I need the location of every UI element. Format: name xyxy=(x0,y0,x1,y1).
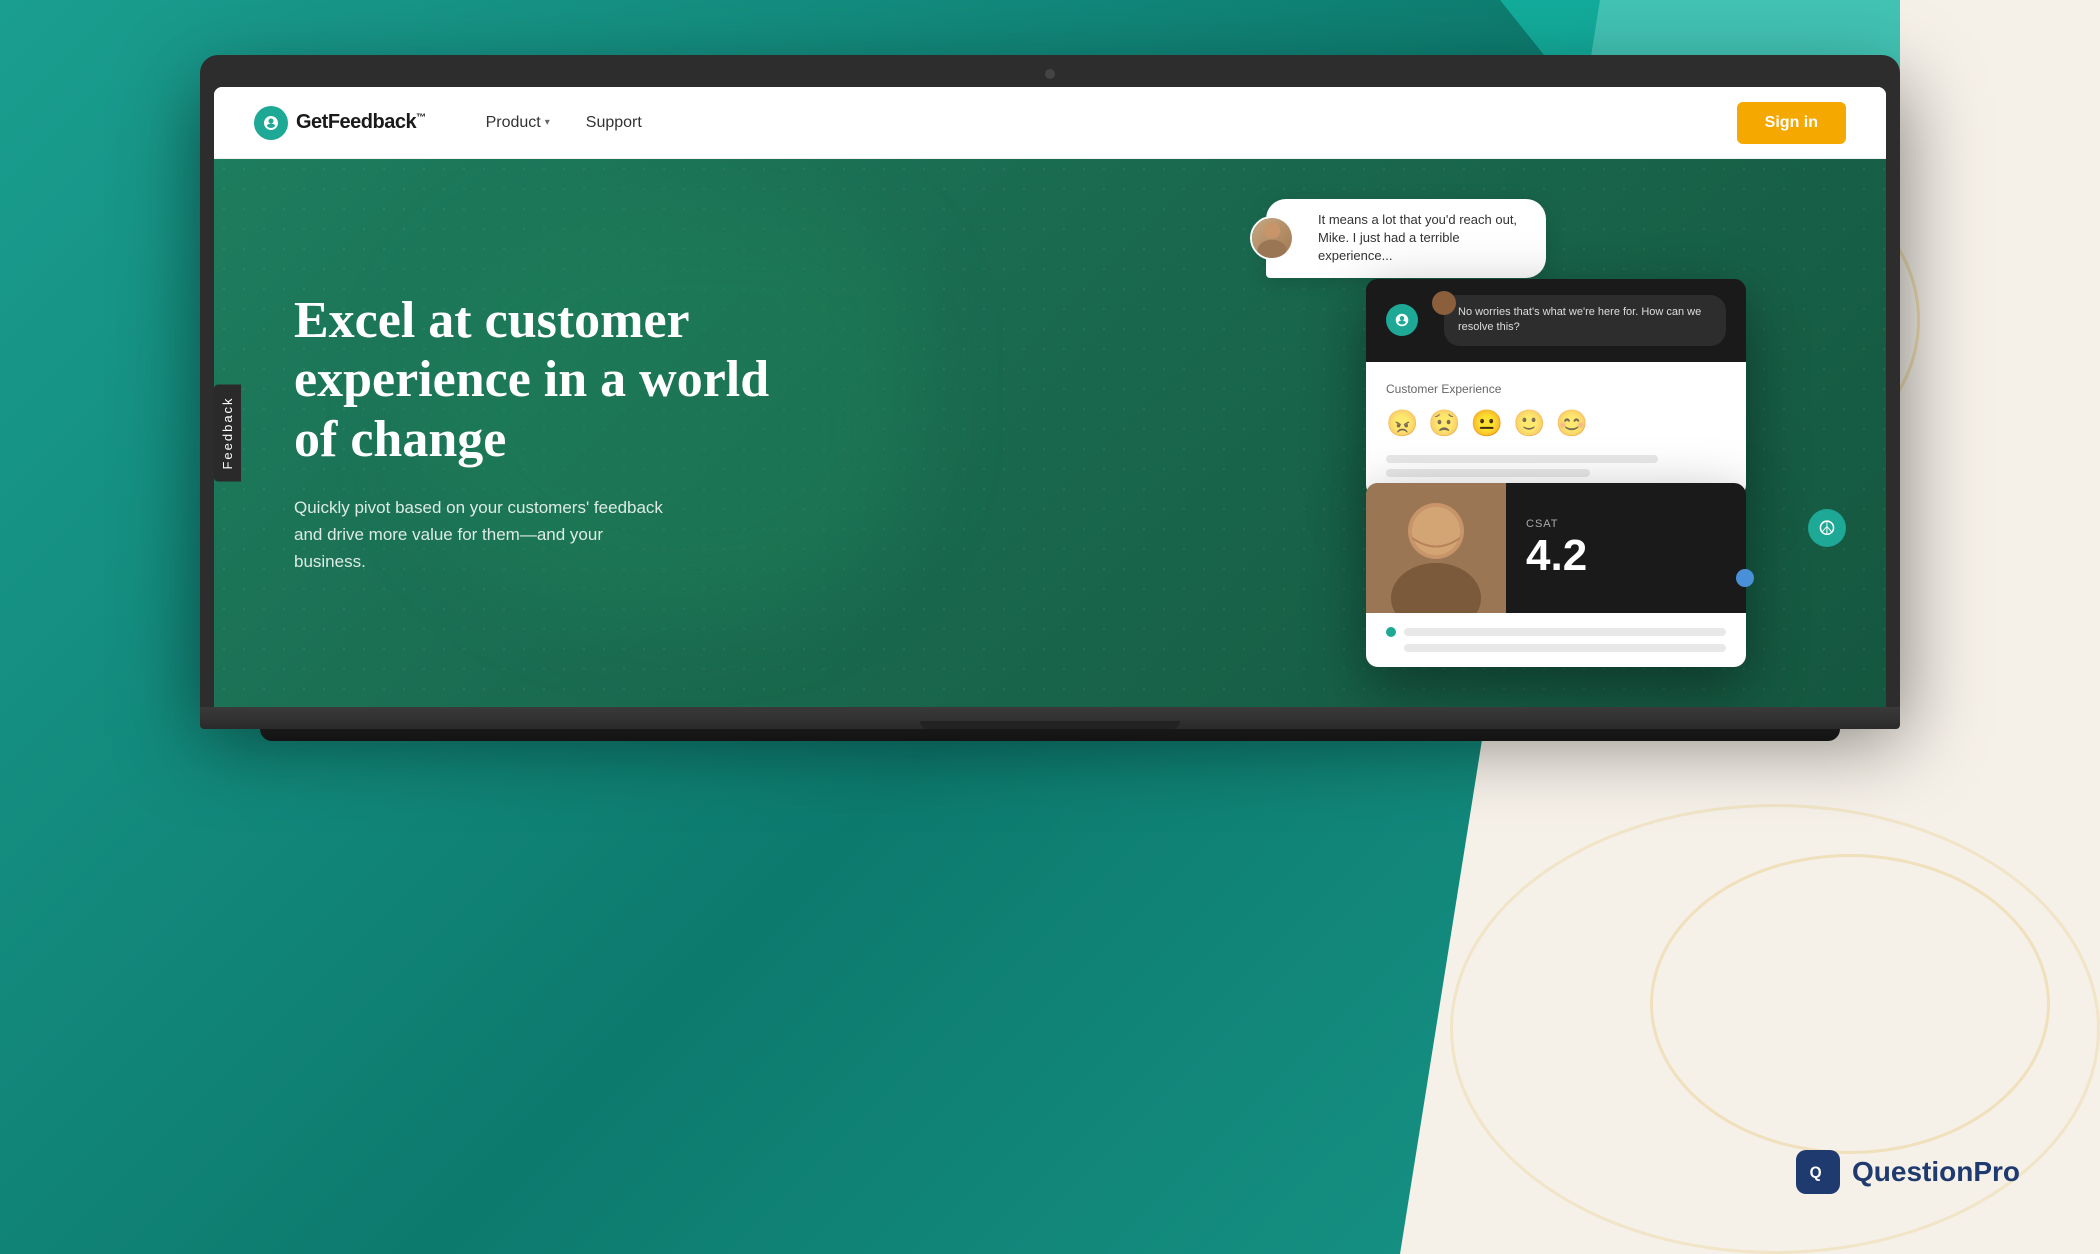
laptop-frame: GetFeedback™ Product ▾ Support Sign in xyxy=(200,55,1900,707)
nav-item-support[interactable]: Support xyxy=(586,114,642,132)
logo-text: GetFeedback™ xyxy=(296,111,426,134)
csat-line-row-1 xyxy=(1386,627,1726,637)
csat-label: CSAT xyxy=(1526,518,1726,530)
laptop-wrapper: GetFeedback™ Product ▾ Support Sign in xyxy=(200,55,1900,741)
emoji-neutral[interactable]: 😐 xyxy=(1471,408,1503,439)
survey-label: Customer Experience xyxy=(1386,382,1726,396)
chat-message-text: It means a lot that you'd reach out, Mik… xyxy=(1318,212,1517,263)
questionpro-badge: Q QuestionPro xyxy=(1796,1150,2020,1194)
csat-card: CSAT 4.2 xyxy=(1366,483,1746,667)
agent-chat-bubble: No worries that's what we're here for. H… xyxy=(1444,295,1726,346)
hero-left: Excel at customer experience in a world … xyxy=(294,291,814,576)
emoji-row: 😠 😟 😐 🙂 😊 xyxy=(1386,408,1726,439)
customer-avatar-image xyxy=(1252,218,1292,258)
logo[interactable]: GetFeedback™ xyxy=(254,106,426,140)
svg-text:Q: Q xyxy=(1810,1165,1822,1182)
logo-icon xyxy=(254,106,288,140)
nav-links: Product ▾ Support xyxy=(486,114,642,132)
hero-subtitle: Quickly pivot based on your customers' f… xyxy=(294,494,674,576)
csat-dot-1 xyxy=(1386,627,1396,637)
survey-card-header: No worries that's what we're here for. H… xyxy=(1366,279,1746,362)
laptop-screen: GetFeedback™ Product ▾ Support Sign in xyxy=(214,87,1886,707)
peace-icon: ☮ xyxy=(1808,509,1846,547)
emoji-happy[interactable]: 🙂 xyxy=(1513,408,1545,439)
emoji-sad[interactable]: 😟 xyxy=(1428,408,1460,439)
survey-line-1 xyxy=(1386,455,1658,463)
survey-card-body: Customer Experience 😠 😟 😐 🙂 😊 xyxy=(1366,362,1746,497)
survey-line-2 xyxy=(1386,469,1590,477)
emoji-very-happy[interactable]: 😊 xyxy=(1556,408,1588,439)
questionpro-icon: Q xyxy=(1796,1150,1840,1194)
csat-line-1 xyxy=(1404,628,1726,636)
questionpro-text: QuestionPro xyxy=(1852,1156,2020,1188)
nav-item-product[interactable]: Product ▾ xyxy=(486,114,550,132)
csat-spacer xyxy=(1386,643,1396,653)
csat-lines xyxy=(1386,627,1726,653)
laptop-base xyxy=(200,707,1900,729)
hero-title: Excel at customer experience in a world … xyxy=(294,291,814,470)
survey-lines xyxy=(1386,455,1726,477)
blue-dot xyxy=(1736,569,1754,587)
survey-card: No worries that's what we're here for. H… xyxy=(1366,279,1746,497)
csat-line-row-2 xyxy=(1386,643,1726,653)
csat-score: 4.2 xyxy=(1526,534,1726,578)
hero-right: It means a lot that you'd reach out, Mik… xyxy=(814,159,1806,707)
csat-person-photo xyxy=(1366,483,1506,613)
hero-section: Feedback Excel at customer experience in… xyxy=(214,159,1886,707)
csat-data: CSAT 4.2 xyxy=(1506,502,1746,594)
csat-card-inner: CSAT 4.2 xyxy=(1366,483,1746,613)
emoji-angry[interactable]: 😠 xyxy=(1386,408,1418,439)
survey-logo xyxy=(1386,304,1418,336)
navbar: GetFeedback™ Product ▾ Support Sign in xyxy=(214,87,1886,159)
customer-chat-bubble: It means a lot that you'd reach out, Mik… xyxy=(1266,199,1546,278)
signin-button[interactable]: Sign in xyxy=(1737,102,1846,144)
customer-avatar xyxy=(1250,216,1294,260)
csat-body xyxy=(1366,613,1746,667)
chevron-down-icon: ▾ xyxy=(545,117,550,128)
laptop-foot xyxy=(260,729,1840,741)
camera-dot xyxy=(1045,69,1055,79)
feedback-tab[interactable]: Feedback xyxy=(214,384,241,481)
csat-line-2 xyxy=(1404,644,1726,652)
